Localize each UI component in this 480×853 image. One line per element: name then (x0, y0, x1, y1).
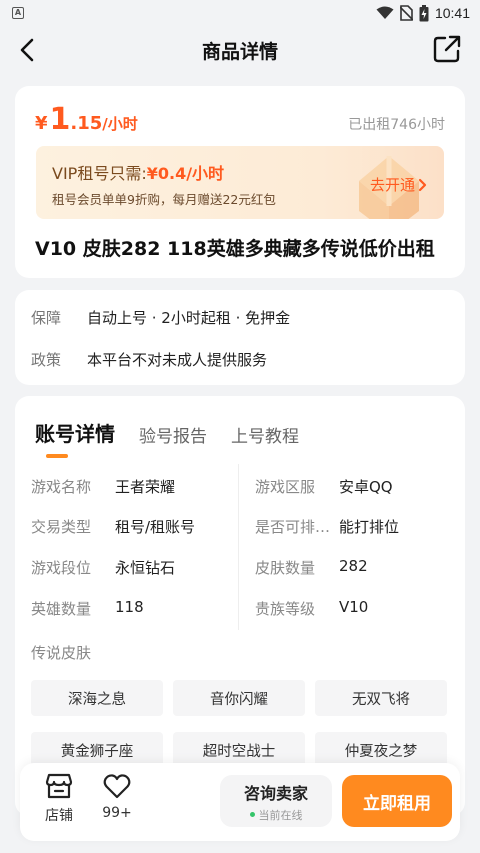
price-decimal: .15 (70, 113, 103, 134)
chevron-right-icon (418, 178, 427, 191)
detail-value: V10 (339, 598, 369, 616)
detail-value: 安卓QQ (339, 478, 393, 496)
price-unit: /小时 (102, 115, 138, 133)
detail-key: 游戏区服 (255, 478, 316, 496)
favorite-count: 99+ (102, 805, 132, 821)
guarantee-row: 保障 自动上号 · 2小时起租 · 免押金 (31, 307, 290, 328)
online-label: 当前在线 (258, 808, 303, 822)
detail-noble-level: 贵族等级 V10 (255, 598, 368, 619)
guarantee-card: 保障 自动上号 · 2小时起租 · 免押金 政策 本平台不对未成人提供服务 (15, 290, 465, 385)
wifi-icon (376, 6, 394, 19)
detail-key: 是否可排… (255, 518, 331, 536)
detail-skin-count: 皮肤数量 282 (255, 557, 368, 578)
product-title: V10 皮肤282 118英雄多典藏多传说低价出租 (35, 238, 435, 260)
detail-hero-count: 英雄数量 118 (31, 598, 144, 619)
detail-value: 永恒钻石 (115, 559, 176, 577)
tab-login-tutorial[interactable]: 上号教程 (231, 422, 299, 447)
detail-key: 交易类型 (31, 518, 92, 536)
detail-value: 王者荣耀 (115, 478, 176, 496)
guarantee-label: 保障 (31, 309, 62, 327)
hourly-price: ¥ 1 .15 /小时 (35, 102, 138, 137)
detail-rank: 游戏段位 永恒钻石 (31, 557, 175, 578)
policy-value: 本平台不对未成人提供服务 (87, 351, 268, 369)
detail-trade-type: 交易类型 租号/租账号 (31, 516, 195, 537)
price-integer: 1 (49, 102, 71, 137)
guarantee-value: 自动上号 · 2小时起租 · 免押金 (87, 309, 291, 327)
store-label: 店铺 (45, 808, 73, 824)
detail-key: 贵族等级 (255, 600, 316, 618)
favorite-button[interactable]: 99+ (102, 771, 132, 821)
detail-key: 英雄数量 (31, 600, 92, 618)
detail-key: 游戏名称 (31, 478, 92, 496)
vip-open-label: 去开通 (369, 176, 415, 194)
detail-value: 能打排位 (339, 518, 400, 536)
legend-skins-label: 传说皮肤 (31, 644, 92, 662)
rent-now-button[interactable]: 立即租用 (342, 775, 452, 827)
online-dot-icon (249, 812, 255, 817)
vip-title: VIP租号只需:¥0.4/小时 (52, 160, 224, 184)
share-icon[interactable] (432, 34, 462, 64)
vip-banner[interactable]: VIP租号只需:¥0.4/小时 租号会员单单9折购，每月赠送22元红包 去开通 (36, 146, 444, 219)
detail-tabs: 账号详情 验号报告 上号教程 (35, 418, 299, 447)
vip-price: ¥0.4/小时 (146, 164, 225, 183)
detail-value: 租号/租账号 (115, 518, 196, 536)
detail-value: 118 (115, 598, 144, 616)
status-bar: A 10:41 (0, 0, 480, 26)
consult-label: 咨询卖家 (243, 783, 308, 803)
status-clock: 10:41 (434, 5, 470, 21)
store-button[interactable]: 店铺 (44, 771, 74, 825)
tab-inspection-report[interactable]: 验号报告 (139, 422, 207, 447)
detail-key: 皮肤数量 (255, 559, 316, 577)
policy-label: 政策 (31, 351, 62, 369)
tab-account-details[interactable]: 账号详情 (35, 418, 115, 447)
rented-hours: 已出租746小时 (348, 117, 445, 133)
detail-value: 282 (339, 557, 368, 575)
skin-chip: 音你闪耀 (173, 680, 305, 716)
column-divider (238, 464, 239, 630)
detail-game-name: 游戏名称 王者荣耀 (31, 476, 175, 497)
detail-ranked-allowed: 是否可排… 能打排位 (255, 516, 399, 537)
battery-charging-icon (419, 4, 429, 21)
skin-chip: 深海之息 (31, 680, 163, 716)
store-icon (45, 773, 73, 799)
page-title: 商品详情 (201, 40, 278, 63)
price-card: ¥ 1 .15 /小时 已出租746小时 VIP租号只需:¥0.4/小时 租号会… (15, 86, 465, 278)
detail-server: 游戏区服 安卓QQ (255, 476, 393, 497)
no-sim-icon (399, 5, 413, 21)
vip-label: VIP租号只需: (52, 164, 147, 183)
vip-description: 租号会员单单9折购，每月赠送22元红包 (52, 192, 276, 207)
vip-open-button[interactable]: 去开通 (370, 174, 428, 195)
online-status: 当前在线 (249, 807, 303, 823)
back-arrow-icon[interactable] (14, 36, 42, 64)
heart-icon (103, 774, 131, 799)
price-currency: ¥ (35, 113, 48, 134)
details-card: 账号详情 验号报告 上号教程 游戏名称 王者荣耀 交易类型 租号/租账号 游戏段… (15, 396, 465, 816)
detail-key: 游戏段位 (31, 559, 92, 577)
skin-chip: 无双飞将 (315, 680, 447, 716)
consult-seller-button[interactable]: 咨询卖家 当前在线 (220, 775, 332, 827)
nav-bar: 商品详情 (0, 26, 480, 74)
policy-row: 政策 本平台不对未成人提供服务 (31, 349, 267, 370)
tab-indicator (46, 454, 68, 458)
bottom-action-bar: 店铺 99+ 咨询卖家 当前在线 立即租用 (20, 763, 460, 841)
a-notification-icon: A (12, 7, 24, 19)
